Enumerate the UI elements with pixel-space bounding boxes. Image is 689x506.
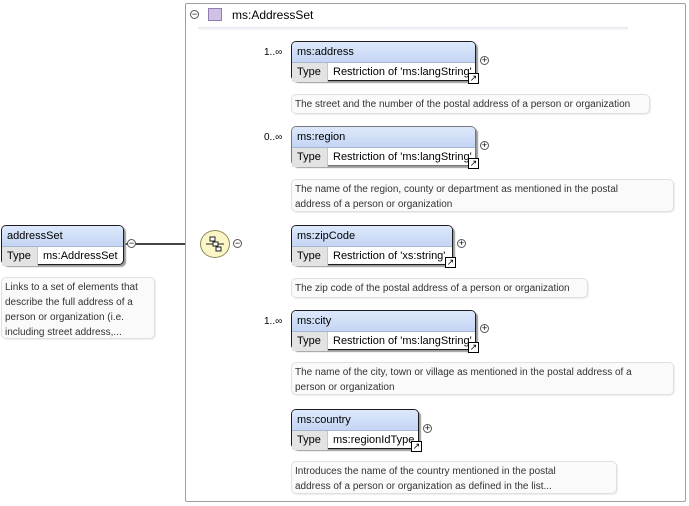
zipcode-documentation: The zip code of the postal address of a … <box>291 278 588 298</box>
root-type-row: Type ms:AddressSet <box>2 247 123 266</box>
city-type-label: Type <box>292 332 328 351</box>
city-type-link-icon[interactable]: ↗ <box>468 342 479 353</box>
doc-line: including street address,... <box>5 327 122 338</box>
city-element-name: ms:city <box>292 311 475 332</box>
root-element-name: addressSet <box>2 226 123 247</box>
doc-line: Introduces the name of the country menti… <box>295 466 556 477</box>
address-cardinality: 1..∞ <box>264 47 283 58</box>
complex-type-icon <box>208 8 222 21</box>
country-expand-icon[interactable]: + <box>423 424 432 433</box>
city-type-value: Restriction of 'ms:langString' <box>333 335 472 347</box>
city-type-row: Type Restriction of 'ms:langString' <box>292 332 475 351</box>
sequence-compositor-icon[interactable] <box>200 230 230 258</box>
root-collapse-icon[interactable]: − <box>127 239 136 248</box>
zipcode-expand-icon[interactable]: + <box>457 239 466 248</box>
region-expand-icon[interactable]: + <box>480 141 489 150</box>
region-type-value: Restriction of 'ms:langString' <box>333 151 472 163</box>
city-cardinality: 1..∞ <box>264 316 283 327</box>
zipcode-type-value: Restriction of 'xs:string' <box>333 250 446 262</box>
doc-line: describe the full address of a <box>5 297 133 308</box>
city-element-box[interactable]: ms:city Type Restriction of 'ms:langStrin… <box>291 310 476 351</box>
sequence-collapse-icon[interactable]: − <box>233 239 242 248</box>
zipcode-element-name: ms:zipCode <box>292 226 452 247</box>
zipcode-type-row: Type Restriction of 'xs:string' <box>292 247 452 266</box>
address-type-link-icon[interactable]: ↗ <box>468 73 479 84</box>
root-documentation: Links to a set of elements that describe… <box>1 277 155 339</box>
address-type-label: Type <box>292 63 328 82</box>
root-type-label: Type <box>2 247 38 266</box>
zipcode-type-link-icon[interactable]: ↗ <box>445 257 456 268</box>
region-documentation: The name of the region, county or depart… <box>291 179 674 212</box>
city-documentation: The name of the city, town or village as… <box>291 362 674 395</box>
region-type-label: Type <box>292 148 328 167</box>
country-type-label: Type <box>292 431 328 450</box>
address-type-row: Type Restriction of 'ms:langString' <box>292 63 475 82</box>
country-type-value: ms:regionIdType <box>333 434 415 446</box>
doc-line: person or organization <box>295 382 395 393</box>
zipcode-element-box[interactable]: ms:zipCode Type Restriction of 'xs:string… <box>291 225 453 266</box>
doc-line: The name of the city, town or village as… <box>295 367 632 378</box>
group-collapse-icon[interactable]: − <box>190 10 199 19</box>
region-element-box[interactable]: ms:region Type Restriction of 'ms:langStr… <box>291 126 476 167</box>
country-element-box[interactable]: ms:country Type ms:regionIdType <box>291 409 419 450</box>
address-element-box[interactable]: ms:address Type Restriction of 'ms:langSt… <box>291 41 476 82</box>
country-type-row: Type ms:regionIdType <box>292 431 418 450</box>
doc-line: The street and the number of the postal … <box>295 99 631 110</box>
address-expand-icon[interactable]: + <box>480 56 489 65</box>
root-type-value: ms:AddressSet <box>43 250 118 262</box>
doc-line: The name of the region, county or depart… <box>295 184 618 195</box>
group-title-divider <box>198 27 628 31</box>
address-type-value: Restriction of 'ms:langString' <box>333 66 472 78</box>
address-element-name: ms:address <box>292 42 475 63</box>
region-element-name: ms:region <box>292 127 475 148</box>
complex-type-title: ms:AddressSet <box>232 8 314 22</box>
region-type-row: Type Restriction of 'ms:langString' <box>292 148 475 167</box>
root-element-box[interactable]: addressSet Type ms:AddressSet <box>1 225 124 266</box>
doc-line: address of a person or organization <box>295 199 453 210</box>
doc-line: person or organization (i.e. <box>5 312 124 323</box>
doc-line: The zip code of the postal address of a … <box>295 283 570 294</box>
doc-line: Links to a set of elements that <box>5 282 138 293</box>
region-type-link-icon[interactable]: ↗ <box>468 158 479 169</box>
country-element-name: ms:country <box>292 410 418 431</box>
doc-line: address of a person or organization as d… <box>295 481 552 492</box>
country-type-link-icon[interactable]: ↗ <box>411 441 422 452</box>
city-expand-icon[interactable]: + <box>480 324 489 333</box>
region-cardinality: 0..∞ <box>264 132 283 143</box>
country-documentation: Introduces the name of the country menti… <box>291 461 617 494</box>
zipcode-type-label: Type <box>292 247 328 266</box>
address-documentation: The street and the number of the postal … <box>291 94 650 114</box>
